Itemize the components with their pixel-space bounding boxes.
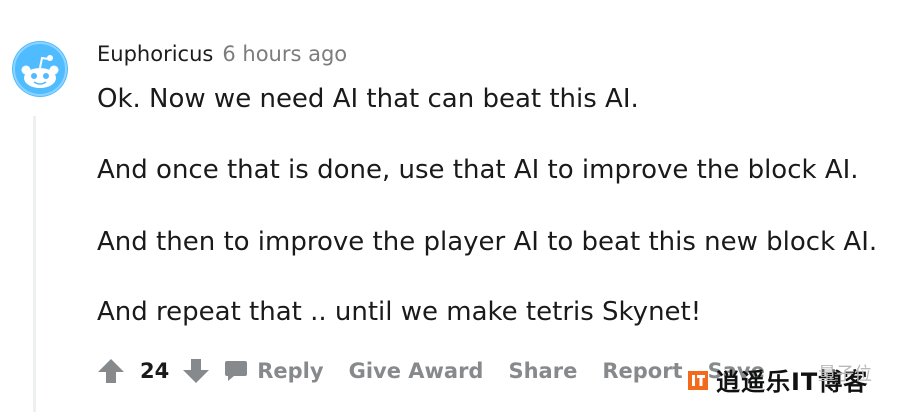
comment-paragraph: And then to improve the player AI to bea… bbox=[97, 227, 878, 257]
give-award-button[interactable]: Give Award bbox=[349, 359, 484, 383]
downvote-icon[interactable] bbox=[181, 356, 211, 386]
vote-count: 24 bbox=[140, 359, 170, 383]
comment-paragraph: And once that is done, use that AI to im… bbox=[97, 155, 859, 185]
comment-actions: 24 Reply Give Award Share Report Save bbox=[96, 352, 765, 390]
watermark-text: 量子位 bbox=[818, 364, 872, 385]
comment-author[interactable]: Euphoricus bbox=[97, 42, 213, 66]
comment-icon bbox=[223, 358, 249, 384]
reply-button[interactable]: Reply bbox=[223, 358, 324, 384]
comment-paragraph: Ok. Now we need AI that can beat this AI… bbox=[97, 84, 639, 114]
comment-meta: Euphoricus 6 hours ago bbox=[97, 40, 347, 68]
it-blog-logo-icon bbox=[688, 370, 708, 390]
report-button[interactable]: Report bbox=[602, 359, 682, 383]
reply-label: Reply bbox=[257, 359, 324, 383]
avatar[interactable] bbox=[11, 40, 69, 98]
thread-line[interactable] bbox=[33, 116, 36, 412]
comment-timestamp[interactable]: 6 hours ago bbox=[222, 42, 347, 66]
share-button[interactable]: Share bbox=[508, 359, 577, 383]
upvote-icon[interactable] bbox=[96, 356, 126, 386]
comment-paragraph: And repeat that .. until we make tetris … bbox=[97, 297, 702, 327]
